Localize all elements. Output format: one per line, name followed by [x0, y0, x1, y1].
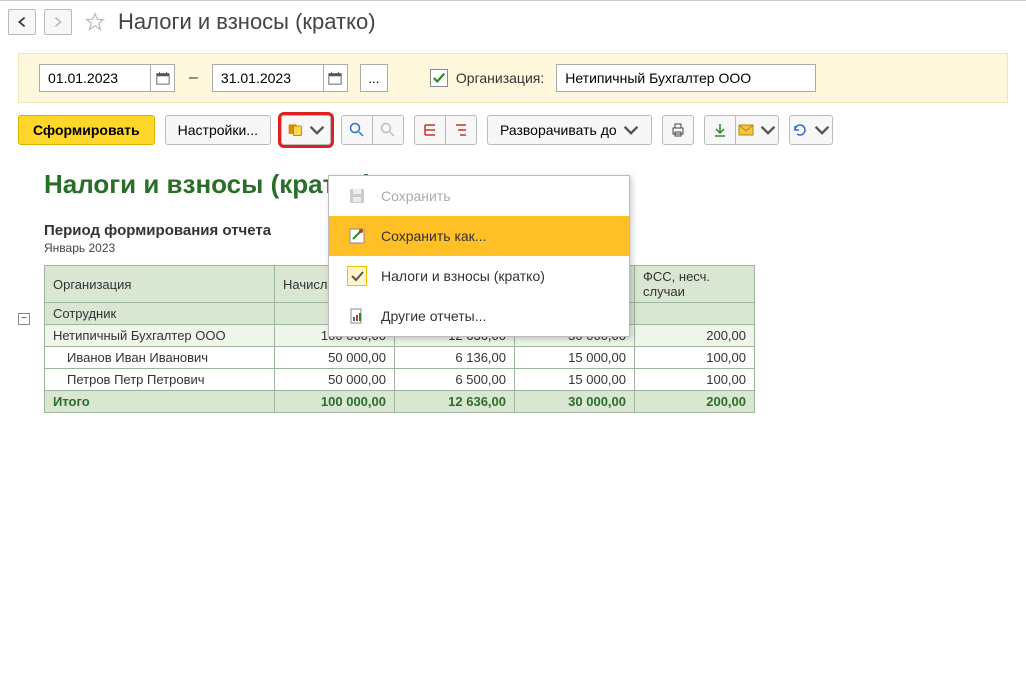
chevron-down-icon	[760, 122, 776, 138]
col-employee-header: Сотрудник	[45, 303, 275, 325]
reports-icon	[347, 306, 367, 326]
menu-item-save[interactable]: Сохранить	[329, 176, 629, 216]
search-clear-icon	[380, 122, 396, 138]
tree-collapse-button[interactable]: −	[18, 313, 30, 325]
menu-item-label: Сохранить	[381, 188, 451, 204]
menu-item-other-reports[interactable]: Другие отчеты...	[329, 296, 629, 336]
expand-to-button[interactable]: Разворачивать до	[487, 115, 652, 145]
printer-icon	[670, 122, 686, 138]
toolbar: Сформировать Настройки... Разворачивать …	[0, 103, 1026, 153]
refresh-icon	[792, 122, 808, 138]
filter-bar: – ... Организация:	[18, 53, 1008, 103]
date-separator: –	[187, 69, 200, 87]
save-as-icon	[347, 226, 367, 246]
org-filter-label: Организация:	[456, 70, 544, 86]
download-icon	[712, 122, 728, 138]
floppy-icon	[347, 186, 367, 206]
period-picker-button[interactable]: ...	[360, 64, 388, 92]
arrow-left-icon	[15, 15, 29, 29]
col-fss-header: ФСС, несч. случаи	[635, 266, 755, 303]
collapse-tree-icon	[453, 122, 469, 138]
save-file-button[interactable]	[704, 115, 736, 145]
email-button[interactable]	[735, 115, 779, 145]
titlebar: Налоги и взносы (кратко)	[0, 0, 1026, 45]
chevron-down-icon	[814, 122, 830, 138]
settings-button[interactable]: Настройки...	[165, 115, 271, 145]
forward-button[interactable]	[44, 9, 72, 35]
back-button[interactable]	[8, 9, 36, 35]
mail-icon	[738, 122, 754, 138]
arrow-right-icon	[51, 15, 65, 29]
print-button[interactable]	[662, 115, 694, 145]
menu-item-save-as[interactable]: Сохранить как...	[329, 216, 629, 256]
chevron-down-icon	[623, 122, 639, 138]
org-filter-input[interactable]	[556, 64, 816, 92]
date-from-field[interactable]	[39, 64, 175, 92]
expand-all-button[interactable]	[414, 115, 446, 145]
save-variant-menu: Сохранить Сохранить как... Налоги и взно…	[328, 175, 630, 337]
date-to-input[interactable]	[213, 70, 323, 86]
menu-item-label: Налоги и взносы (кратко)	[381, 268, 545, 284]
table-row-total: Итого 100 000,00 12 636,00 30 000,00 200…	[45, 391, 755, 413]
page-title: Налоги и взносы (кратко)	[118, 9, 376, 35]
check-icon	[347, 266, 367, 286]
calendar-icon[interactable]	[150, 65, 174, 91]
search-icon	[349, 122, 365, 138]
menu-item-current-report[interactable]: Налоги и взносы (кратко)	[329, 256, 629, 296]
col-org-header: Организация	[45, 266, 275, 303]
expand-tree-icon	[422, 122, 438, 138]
generate-button[interactable]: Сформировать	[18, 115, 155, 145]
save-variant-dropdown-button[interactable]	[281, 115, 331, 145]
chevron-down-icon	[309, 122, 325, 138]
calendar-icon[interactable]	[323, 65, 347, 91]
menu-item-label: Другие отчеты...	[381, 308, 486, 324]
refresh-button[interactable]	[789, 115, 833, 145]
date-from-input[interactable]	[40, 70, 150, 86]
date-to-field[interactable]	[212, 64, 348, 92]
expand-to-label: Разворачивать до	[500, 122, 617, 138]
menu-item-label: Сохранить как...	[381, 228, 486, 244]
table-row-employee[interactable]: Иванов Иван Иванович 50 000,00 6 136,00 …	[45, 347, 755, 369]
collapse-all-button[interactable]	[445, 115, 477, 145]
clear-find-button[interactable]	[372, 115, 404, 145]
org-filter-checkbox[interactable]	[430, 69, 448, 87]
save-variant-icon	[287, 122, 303, 138]
favorite-star-icon[interactable]	[84, 11, 106, 33]
table-row-employee[interactable]: Петров Петр Петрович 50 000,00 6 500,00 …	[45, 369, 755, 391]
find-button[interactable]	[341, 115, 373, 145]
